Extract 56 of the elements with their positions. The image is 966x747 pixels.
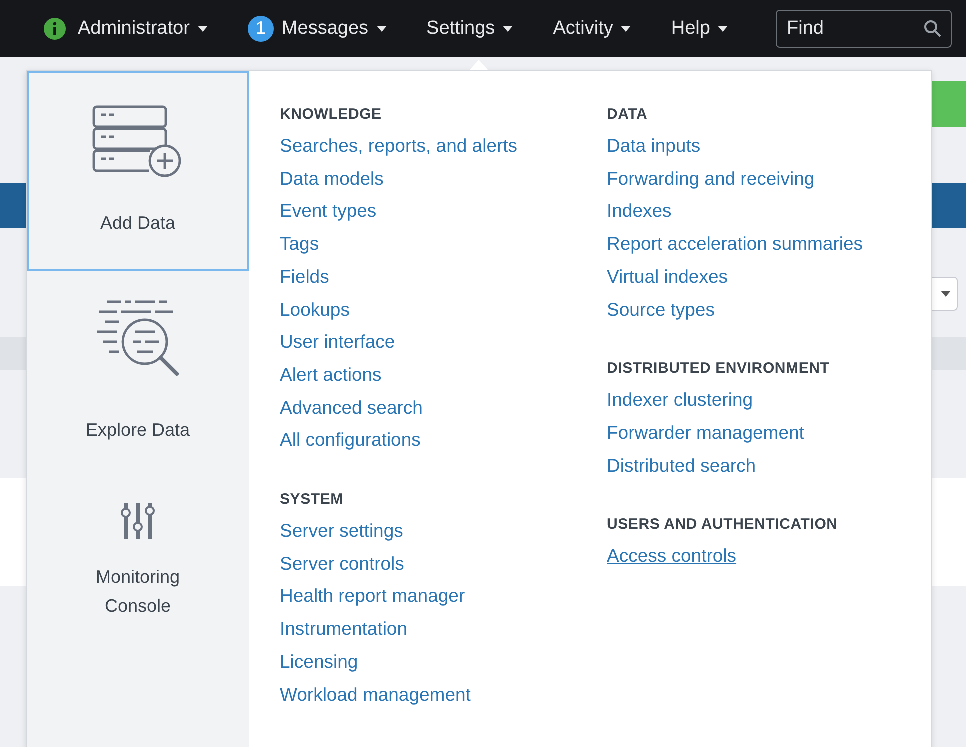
nav-menu[interactable]: Administrator bbox=[24, 0, 228, 57]
shortcut-tile[interactable]: Explore Data bbox=[27, 271, 249, 471]
settings-link[interactable]: User interface bbox=[280, 326, 607, 359]
settings-link[interactable]: Lookups bbox=[280, 294, 607, 326]
section-heading: DATA bbox=[607, 105, 649, 125]
section-heading: USERS AND AUTHENTICATION bbox=[607, 515, 839, 536]
server-plus-icon bbox=[92, 104, 184, 178]
settings-link[interactable]: Forwarder management bbox=[607, 416, 864, 450]
settings-link[interactable]: Source types bbox=[607, 294, 864, 326]
settings-link[interactable]: Advanced search bbox=[280, 392, 607, 424]
settings-link[interactable]: All configurations bbox=[280, 424, 607, 458]
nav-menu[interactable]: Help bbox=[651, 0, 748, 57]
settings-link[interactable]: Indexes bbox=[607, 195, 864, 228]
settings-link[interactable]: Licensing bbox=[280, 646, 607, 679]
settings-link[interactable]: Event types bbox=[280, 195, 607, 228]
info-icon bbox=[44, 18, 66, 40]
settings-link[interactable]: Searches, reports, and alerts bbox=[280, 130, 607, 163]
section-heading: DISTRIBUTED ENVIRONMENT bbox=[607, 359, 831, 380]
settings-link[interactable]: Access controls bbox=[607, 540, 864, 574]
settings-link[interactable]: Distributed search bbox=[607, 450, 864, 482]
settings-link[interactable]: Data inputs bbox=[607, 130, 864, 163]
settings-link[interactable]: Instrumentation bbox=[280, 613, 607, 646]
settings-link[interactable]: Server controls bbox=[280, 548, 607, 580]
section-heading: SYSTEM bbox=[280, 490, 344, 510]
settings-link[interactable]: Data models bbox=[280, 162, 607, 196]
settings-link[interactable]: Fields bbox=[280, 260, 607, 294]
nav-menu[interactable]: Activity bbox=[533, 0, 652, 57]
settings-link[interactable]: Tags bbox=[280, 228, 607, 261]
nav-menu[interactable]: 1 Messages bbox=[228, 0, 407, 57]
nav-menu[interactable]: Settings bbox=[406, 0, 534, 57]
message-count-badge: 1 bbox=[248, 16, 274, 42]
settings-link[interactable]: Forwarding and receiving bbox=[607, 162, 864, 196]
search-field[interactable]: Find bbox=[776, 10, 952, 48]
settings-link[interactable]: Virtual indexes bbox=[607, 260, 864, 294]
caret-icon bbox=[198, 26, 208, 32]
caret-icon bbox=[941, 291, 951, 297]
nav-label: Settings bbox=[426, 18, 496, 40]
settings-link[interactable]: Server settings bbox=[280, 515, 607, 548]
nav-label: Administrator bbox=[78, 18, 190, 40]
sliders-icon bbox=[121, 501, 155, 541]
search-icon bbox=[924, 20, 942, 38]
settings-link[interactable]: Alert actions bbox=[280, 358, 607, 392]
caret-icon bbox=[376, 26, 387, 32]
settings-link[interactable]: Report acceleration summaries bbox=[607, 228, 864, 261]
settings-link[interactable]: Workload management bbox=[280, 678, 607, 712]
caret-icon bbox=[503, 26, 514, 32]
settings-link[interactable]: Health report manager bbox=[280, 580, 607, 614]
settings-link[interactable]: Indexer clustering bbox=[607, 384, 864, 417]
caret-icon bbox=[621, 26, 632, 32]
nav-label: Help bbox=[671, 18, 710, 40]
shortcut-tile[interactable]: Add Data bbox=[27, 71, 249, 271]
section-heading: KNOWLEDGE bbox=[280, 105, 383, 125]
nav-label: Activity bbox=[553, 18, 614, 40]
caret-icon bbox=[718, 26, 728, 32]
shortcut-tile[interactable]: Monitoring Console bbox=[27, 471, 249, 651]
nav-label: Messages bbox=[282, 18, 369, 40]
